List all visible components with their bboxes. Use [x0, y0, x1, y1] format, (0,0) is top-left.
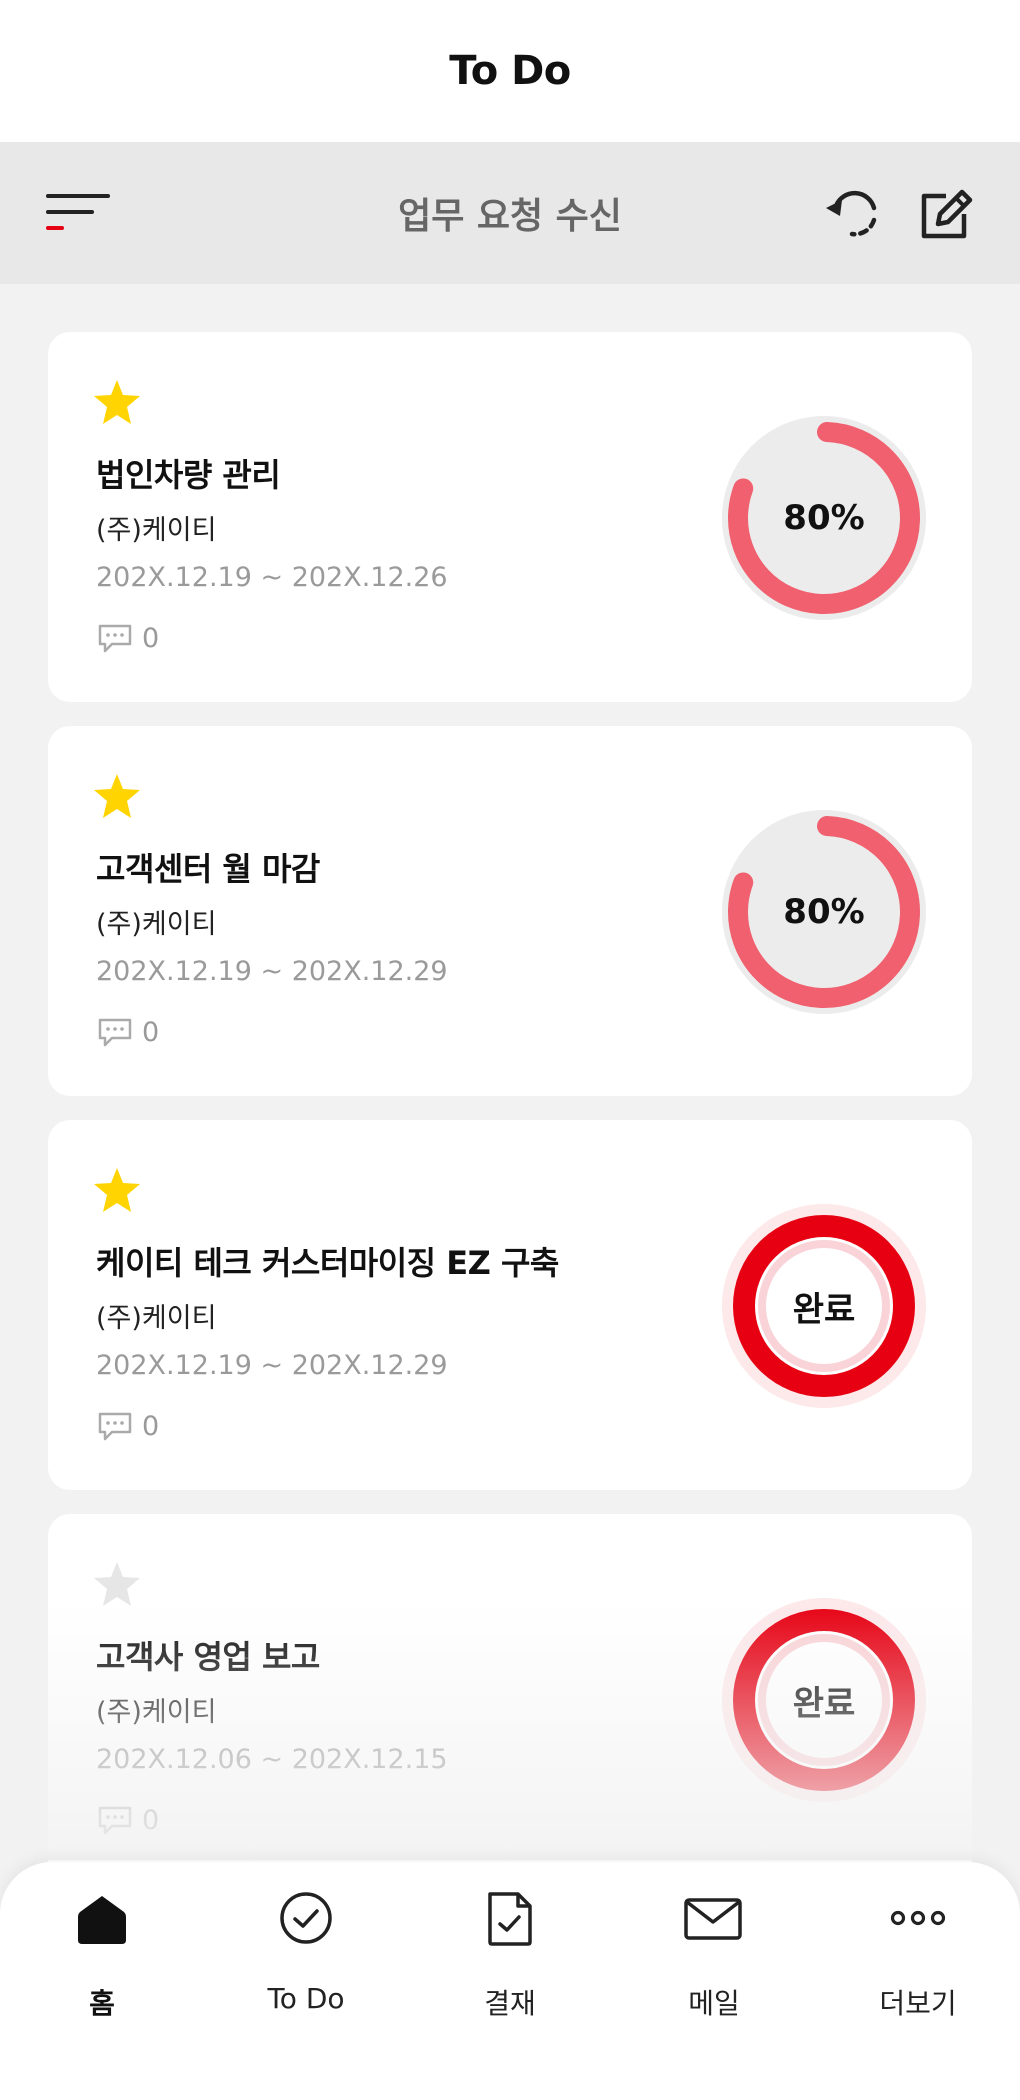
nav-item-more[interactable]: 더보기	[816, 1862, 1020, 2100]
star-icon[interactable]	[92, 1560, 142, 1608]
nav-label: 더보기	[879, 1987, 957, 2020]
comment-count-value: 0	[142, 1016, 160, 1048]
nav-label: 홈	[89, 1987, 115, 2020]
progress-label: 완료	[792, 1289, 856, 1330]
task-period: 202X.12.19 ~ 202X.12.26	[96, 562, 448, 593]
comment-count[interactable]: 0	[96, 620, 159, 656]
task-period: 202X.12.19 ~ 202X.12.29	[96, 1350, 448, 1381]
star-icon[interactable]	[92, 378, 142, 426]
comment-count-value: 0	[142, 1804, 160, 1836]
task-company: (주)케이티	[96, 1697, 217, 1728]
task-list: 법인차량 관리 (주)케이티 202X.12.19 ~ 202X.12.26 0…	[48, 332, 972, 1908]
progress-label: 80%	[783, 892, 865, 932]
refresh-icon[interactable]	[822, 186, 886, 242]
nav-item-home[interactable]: 홈	[0, 1862, 204, 2100]
home-icon	[78, 1896, 126, 1944]
task-title: 고객센터 월 마감	[96, 850, 320, 888]
task-card[interactable]: 법인차량 관리 (주)케이티 202X.12.19 ~ 202X.12.26 0…	[48, 332, 972, 702]
comment-count-value: 0	[142, 1410, 160, 1442]
task-card[interactable]: 고객사 영업 보고 (주)케이티 202X.12.06 ~ 202X.12.15…	[48, 1514, 972, 1884]
bottom-nav: 홈 To Do 결재 메일 더보기	[0, 1862, 1020, 2100]
task-title: 케이티 테크 커스터마이징 EZ 구축	[96, 1244, 559, 1282]
page-title: To Do	[0, 0, 1020, 142]
task-card[interactable]: 케이티 테크 커스터마이징 EZ 구축 (주)케이티 202X.12.19 ~ …	[48, 1120, 972, 1490]
task-period: 202X.12.06 ~ 202X.12.15	[96, 1744, 448, 1775]
comment-icon	[98, 1806, 132, 1835]
nav-item-todo[interactable]: To Do	[204, 1862, 408, 2100]
star-icon[interactable]	[92, 772, 142, 820]
task-company: (주)케이티	[96, 1303, 217, 1334]
nav-label: To Do	[267, 1982, 345, 2015]
nav-label: 결재	[484, 1987, 536, 2020]
comment-count-value: 0	[142, 622, 160, 654]
task-period: 202X.12.19 ~ 202X.12.29	[96, 956, 448, 987]
comment-count[interactable]: 0	[96, 1408, 159, 1444]
comment-count[interactable]: 0	[96, 1014, 159, 1050]
check-circle-icon	[280, 1892, 332, 1944]
task-card[interactable]: 고객센터 월 마감 (주)케이티 202X.12.19 ~ 202X.12.29…	[48, 726, 972, 1096]
comment-icon	[98, 1412, 132, 1441]
comment-count[interactable]: 0	[96, 1802, 159, 1838]
progress-label: 80%	[783, 498, 865, 538]
more-icon	[890, 1910, 946, 1926]
comment-icon	[98, 624, 132, 653]
nav-item-approval[interactable]: 결재	[408, 1862, 612, 2100]
task-company: (주)케이티	[96, 515, 217, 546]
mail-icon	[684, 1898, 742, 1940]
progress-label: 완료	[792, 1683, 856, 1724]
task-company: (주)케이티	[96, 909, 217, 940]
task-title: 고객사 영업 보고	[96, 1638, 320, 1676]
comment-icon	[98, 1018, 132, 1047]
edit-icon[interactable]	[916, 184, 976, 244]
star-icon[interactable]	[92, 1166, 142, 1214]
task-title: 법인차량 관리	[96, 456, 281, 494]
document-check-icon	[488, 1892, 532, 1946]
nav-label: 메일	[688, 1987, 740, 2020]
toolbar: 업무 요청 수신	[0, 142, 1020, 284]
nav-item-mail[interactable]: 메일	[612, 1862, 816, 2100]
